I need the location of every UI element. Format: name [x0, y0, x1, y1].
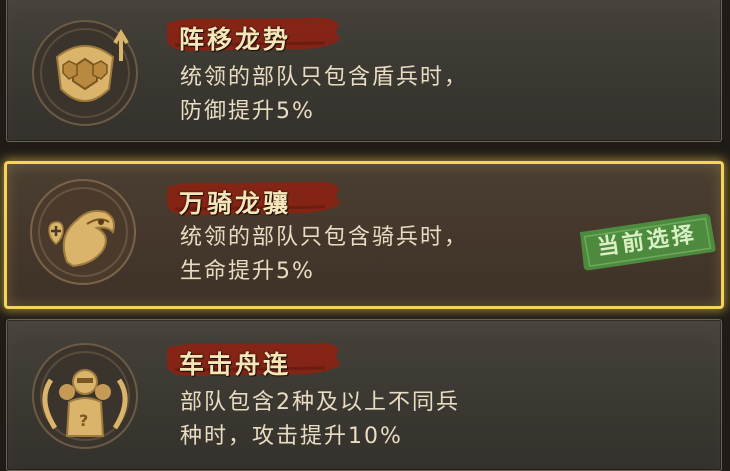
option-description: 统领的部队只包含盾兵时， 防御提升5%	[180, 61, 468, 129]
description-line-1: 部队包含2种及以上不同兵	[180, 390, 460, 415]
option-title: 万骑龙骧	[179, 189, 292, 218]
option-description: 统领的部队只包含骑兵时， 生命提升5%	[180, 221, 468, 289]
option-title: 阵移龙势	[179, 25, 292, 54]
dragon-heart-icon	[30, 179, 136, 285]
description-line-2: 防御提升5%	[180, 99, 315, 124]
description-line-1: 统领的部队只包含骑兵时，	[180, 225, 469, 250]
option-card-1[interactable]: 阵移龙势 统领的部队只包含盾兵时， 防御提升5%	[6, 0, 722, 142]
stamp-label: 当前选择	[595, 222, 699, 261]
shield-turtle-icon	[32, 20, 138, 126]
description-line-1: 统领的部队只包含盾兵时，	[180, 65, 469, 90]
description-line-2: 种时，攻击提升10%	[180, 424, 403, 449]
current-selection-stamp: 当前选择	[576, 211, 719, 274]
soldiers-icon: ?	[32, 343, 138, 449]
option-card-2-selected[interactable]: 万骑龙骧 统领的部队只包含骑兵时， 生命提升5% 当前选择	[4, 161, 724, 309]
option-description: 部队包含2种及以上不同兵 种时，攻击提升10%	[180, 386, 460, 454]
option-card-3[interactable]: ? 车击舟连 部队包含2种及以上不同兵 种时，攻击提升10%	[6, 319, 722, 471]
option-title: 车击舟连	[179, 350, 292, 379]
description-line-2: 生命提升5%	[180, 259, 315, 284]
svg-text:?: ?	[79, 411, 88, 430]
